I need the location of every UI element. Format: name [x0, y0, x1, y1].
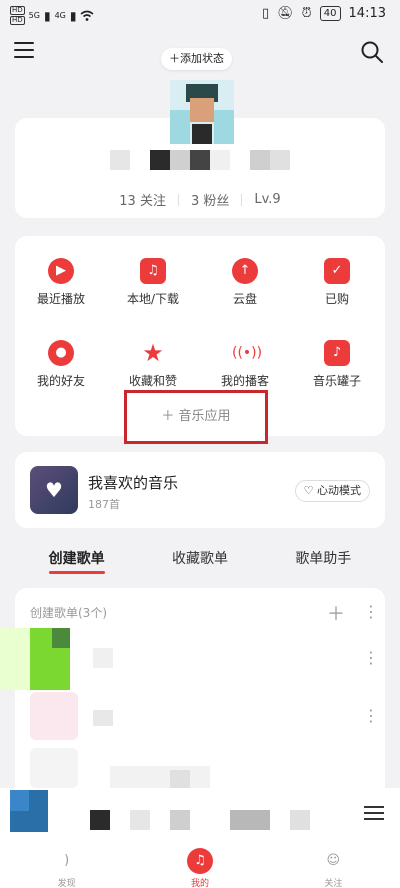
favorite-title: 我喜欢的音乐 [88, 474, 179, 492]
playlist-cover-blurred [52, 628, 70, 648]
favorite-music-card[interactable]: ♥ 我喜欢的音乐 187首 ♡ 心动模式 [15, 452, 385, 528]
app-label: 已购 [324, 292, 349, 306]
app-cloud-drive[interactable]: ↑ 云盘 [199, 258, 291, 307]
music-folder-icon: ♫ [140, 258, 166, 284]
nav-label: 关注 [324, 879, 343, 888]
signal-label: 4G [54, 11, 66, 20]
menu-icon[interactable] [14, 42, 34, 60]
nav-label: 发现 [57, 879, 76, 888]
bag-check-icon: ✓ [324, 258, 350, 284]
playlist-title-blurred [93, 648, 113, 668]
avatar[interactable] [170, 80, 234, 144]
bottom-nav: ) 发现 ♫ 我的 ☺ 关注 [0, 840, 400, 888]
heart-mode-label: 心动模式 [317, 484, 361, 497]
app-label: 音乐罐子 [312, 374, 361, 388]
signal-icon: ▮ [69, 8, 77, 23]
app-music-jar[interactable]: ♪ 音乐罐子 [291, 340, 383, 389]
signal-icon: ▮ [43, 8, 51, 23]
song-title-blurred [170, 810, 190, 830]
clock: 14:13 [348, 6, 386, 21]
playlist-section-header: 创建歌单(3个) [30, 606, 107, 620]
mute-bell-icon: 🔕︎ [277, 6, 294, 21]
play-icon: ▶ [48, 258, 74, 284]
playlist-title-blurred [93, 710, 113, 726]
playlist-cover-blurred[interactable] [30, 748, 78, 788]
song-title-blurred [130, 810, 150, 830]
battery-indicator: 40 [319, 6, 341, 21]
app-label: 收藏和赞 [128, 374, 177, 388]
signal-label: 5G [28, 11, 40, 20]
podcast-icon: ((•)) [232, 345, 263, 361]
heart-mode-button[interactable]: ♡ 心动模式 [294, 480, 370, 502]
heart-outline-icon: ♡ [303, 484, 314, 497]
app-label: 云盘 [232, 292, 257, 306]
follow-icon: ☺ [326, 853, 341, 868]
song-title-blurred [230, 810, 270, 830]
app-local-download[interactable]: ♫ 本地/下载 [107, 258, 199, 307]
add-status-button[interactable]: ＋添加状态 [161, 48, 232, 70]
app-label: 本地/下载 [126, 292, 180, 306]
app-label: 我的播客 [220, 374, 269, 388]
hd-badge: HD [10, 6, 25, 15]
user-level[interactable]: Lv.9 [254, 192, 280, 207]
nav-follow[interactable]: ☺ 关注 [267, 840, 400, 888]
app-label: 我的好友 [36, 374, 85, 388]
hd-badge: HD [10, 16, 25, 25]
wifi-icon [80, 10, 94, 21]
alarm-icon: ⏰︎ [301, 6, 312, 21]
profile-stats: 13 关注 3 粉丝 Lv.9 [15, 190, 385, 209]
status-left: HD HD 5G ▮ 4G ▮ [10, 6, 94, 25]
tab-collected-playlists[interactable]: 收藏歌单 [172, 548, 228, 574]
song-title-blurred [90, 810, 110, 830]
playlist-title-blurred [170, 770, 190, 790]
song-title-blurred [290, 810, 310, 830]
star-icon: ★ [142, 339, 164, 367]
playlist-title-blurred [110, 766, 210, 788]
mini-player[interactable] [0, 788, 400, 840]
tab-playlist-assistant[interactable]: 歌单助手 [295, 548, 351, 574]
app-purchased[interactable]: ✓ 已购 [291, 258, 383, 307]
vibrate-icon: ▯ [261, 6, 270, 21]
app-favorites[interactable]: ★ 收藏和赞 [107, 340, 199, 389]
tab-created-playlists[interactable]: 创建歌单 [48, 548, 105, 574]
music-jar-icon: ♪ [324, 340, 350, 366]
heart-cover-icon: ♥ [30, 466, 78, 514]
apps-card: ▶ 最近播放 ♫ 本地/下载 ↑ 云盘 ✓ 已购 ● 我的好友 ★ 收藏和赞 (… [15, 236, 385, 444]
divider [177, 193, 179, 206]
plus-icon[interactable]: ＋ [327, 600, 345, 626]
playlist-cover-blurred[interactable] [30, 692, 78, 740]
status-right: ▯ 🔕︎ ⏰︎ 40 14:13 [262, 6, 386, 21]
app-label: 最近播放 [36, 292, 85, 306]
nav-discover[interactable]: ) 发现 [0, 840, 133, 888]
add-music-app-button[interactable]: ＋ 音乐应用 [124, 390, 268, 444]
music-note-icon: ♫ [186, 848, 213, 874]
nav-label: 我的 [190, 879, 209, 888]
favorite-count: 187首 [88, 498, 120, 511]
more-vertical-icon[interactable]: ⋮ [363, 708, 379, 724]
search-icon[interactable] [360, 40, 384, 64]
app-friends[interactable]: ● 我的好友 [15, 340, 107, 389]
app-recent-play[interactable]: ▶ 最近播放 [15, 258, 107, 307]
more-vertical-icon[interactable]: ⋮ [363, 650, 379, 666]
followers-count[interactable]: 3 粉丝 [191, 190, 229, 209]
following-count[interactable]: 13 关注 [119, 190, 166, 209]
app-podcast[interactable]: ((•)) 我的播客 [199, 340, 291, 389]
playlist-queue-icon[interactable] [364, 806, 384, 822]
nav-mine[interactable]: ♫ 我的 [133, 840, 266, 888]
playlist-tabs: 创建歌单 收藏歌单 歌单助手 [15, 548, 385, 574]
now-playing-cover [10, 790, 29, 811]
status-bar: HD HD 5G ▮ 4G ▮ ▯ 🔕︎ ⏰︎ 40 14:13 [0, 0, 400, 28]
more-vertical-icon[interactable]: ⋮ [363, 604, 379, 620]
divider [241, 193, 243, 206]
discover-icon: ) [64, 853, 70, 868]
username-blurred [110, 150, 290, 170]
cloud-upload-icon: ↑ [232, 258, 258, 284]
people-icon: ● [48, 340, 74, 366]
